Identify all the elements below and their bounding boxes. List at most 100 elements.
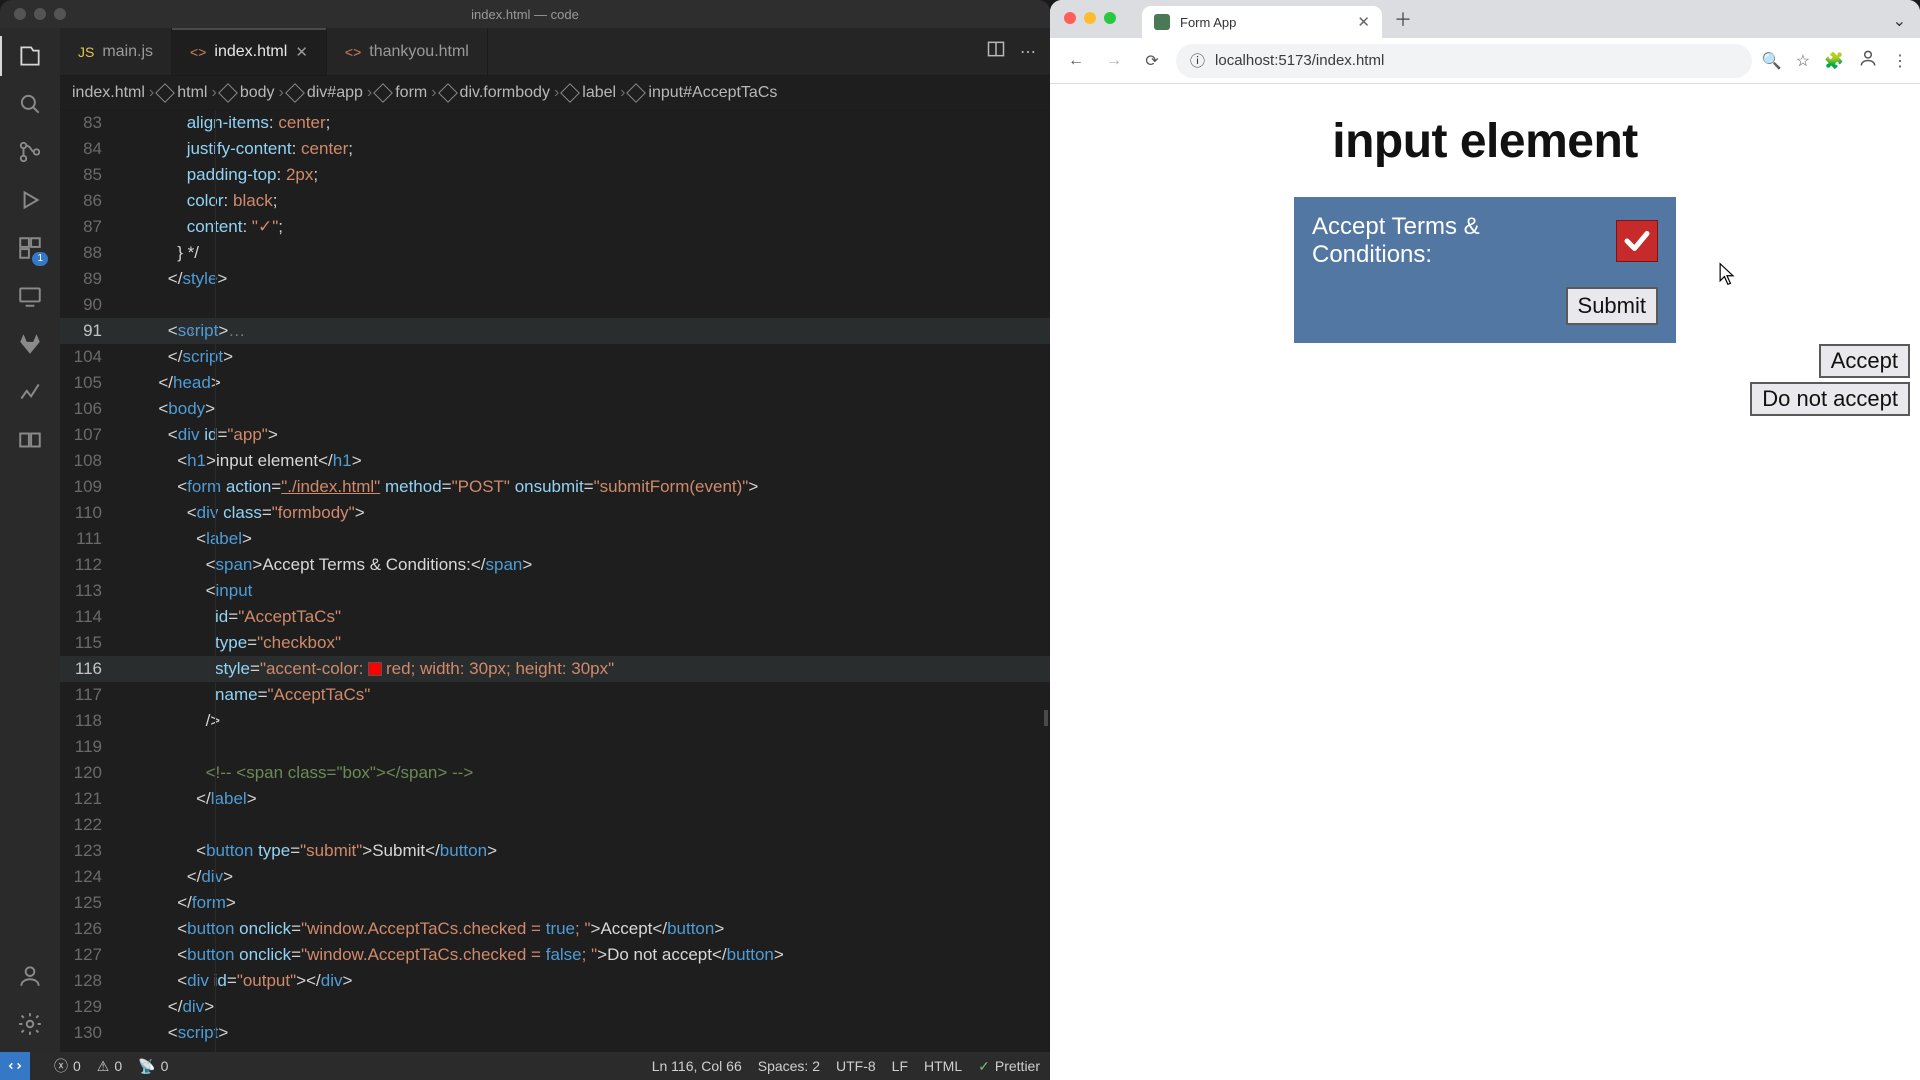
code-line[interactable]: 122 (60, 812, 1050, 838)
editor-tab-index-html[interactable]: <>index.html✕ (172, 28, 327, 75)
breadcrumb-item[interactable]: body (221, 84, 275, 102)
status-spaces[interactable]: Spaces: 2 (758, 1058, 820, 1074)
code-line[interactable]: 116 style="accent-color: red; width: 30p… (60, 656, 1050, 682)
address-bar[interactable]: ⓘ localhost:5173/index.html (1176, 44, 1752, 78)
breadcrumb-item[interactable]: div#app (288, 84, 363, 102)
code-line[interactable]: 87 content: "✓"; (60, 214, 1050, 240)
code-line[interactable]: 89 </style> (60, 266, 1050, 292)
code-line[interactable]: 130 <script> (60, 1020, 1050, 1046)
code-line[interactable]: 118 /> (60, 708, 1050, 734)
account-icon[interactable] (14, 960, 46, 992)
split-editor-icon[interactable] (986, 39, 1006, 64)
new-tab-icon[interactable]: ＋ (1394, 6, 1412, 32)
submit-button[interactable]: Submit (1566, 287, 1658, 325)
tabs-dropdown-icon[interactable]: ⌄ (1893, 11, 1906, 31)
code-line[interactable]: 120 <!-- <span class="box"></span> --> (60, 760, 1050, 786)
minimap[interactable] (1044, 710, 1048, 726)
code-line[interactable]: 84 justify-content: center; (60, 136, 1050, 162)
code-line[interactable]: 111 <label> (60, 526, 1050, 552)
remote-indicator[interactable] (0, 1052, 30, 1080)
editor-tab-main-js[interactable]: JSmain.js (60, 28, 172, 75)
status-cursor[interactable]: Ln 116, Col 66 (652, 1058, 742, 1074)
minimize-icon[interactable] (34, 8, 46, 20)
code-line[interactable]: 125 </form> (60, 890, 1050, 916)
accept-button[interactable]: Accept (1819, 344, 1910, 378)
code-line[interactable]: 129 </div> (60, 994, 1050, 1020)
code-line[interactable]: 104 </script> (60, 344, 1050, 370)
close-icon[interactable] (14, 8, 26, 20)
bookmark-icon[interactable]: ☆ (1796, 51, 1810, 71)
search-icon[interactable] (14, 88, 46, 120)
code-line[interactable]: 83 align-items: center; (60, 110, 1050, 136)
close-icon[interactable] (1064, 12, 1076, 24)
breadcrumb-item[interactable]: label (563, 84, 616, 102)
code-line[interactable]: 90 (60, 292, 1050, 318)
status-warnings[interactable]: ⚠ 0 (97, 1058, 122, 1075)
status-ports[interactable]: 📡 0 (138, 1058, 168, 1075)
code-line[interactable]: 128 <div id="output"></div> (60, 968, 1050, 994)
code-line[interactable]: 112 <span>Accept Terms & Conditions:</sp… (60, 552, 1050, 578)
minimize-icon[interactable] (1084, 12, 1096, 24)
status-eol[interactable]: LF (892, 1058, 908, 1074)
remote-icon[interactable] (14, 280, 46, 312)
code-line[interactable]: 88 } */ (60, 240, 1050, 266)
extensions-icon[interactable]: 🧩 (1824, 51, 1844, 71)
site-info-icon[interactable]: ⓘ (1190, 50, 1205, 71)
profile-icon[interactable] (1858, 48, 1878, 73)
status-lang[interactable]: HTML (924, 1058, 962, 1074)
code-line[interactable]: 124 </div> (60, 864, 1050, 890)
code-line[interactable]: 131 const acceptTaCsInput = document.get… (60, 1046, 1050, 1052)
code-line[interactable]: 106 <body> (60, 396, 1050, 422)
extensions-icon[interactable]: 1 (14, 232, 46, 264)
debug-icon[interactable] (14, 184, 46, 216)
breadcrumb-item[interactable]: index.html (72, 84, 145, 102)
editor-tab-thankyou-html[interactable]: <>thankyou.html (327, 28, 488, 75)
code-line[interactable]: 91 <script>…› (60, 318, 1050, 344)
back-icon[interactable]: ← (1062, 47, 1090, 75)
code-line[interactable]: 86 color: black; (60, 188, 1050, 214)
close-tab-icon[interactable]: ✕ (1357, 13, 1370, 31)
code-line[interactable]: 85 padding-top: 2px; (60, 162, 1050, 188)
accept-terms-checkbox[interactable] (1616, 220, 1658, 262)
code-editor[interactable]: 83 align-items: center;84 justify-conten… (60, 110, 1050, 1052)
breadcrumb-item[interactable]: form (376, 84, 427, 102)
code-line[interactable]: 123 <button type="submit">Submit</button… (60, 838, 1050, 864)
status-encoding[interactable]: UTF-8 (836, 1058, 876, 1074)
vscode-titlebar[interactable]: index.html — code (0, 0, 1050, 28)
code-line[interactable]: 108 <h1>input element</h1> (60, 448, 1050, 474)
containers-icon[interactable] (14, 424, 46, 456)
code-line[interactable]: 109 <form action="./index.html" method="… (60, 474, 1050, 500)
breadcrumb-item[interactable]: input#AcceptTaCs (629, 84, 777, 102)
do-not-accept-button[interactable]: Do not accept (1750, 382, 1910, 416)
forward-icon[interactable]: → (1100, 47, 1128, 75)
gear-icon[interactable] (14, 1008, 46, 1040)
code-line[interactable]: 126 <button onclick="window.AcceptTaCs.c… (60, 916, 1050, 942)
code-line[interactable]: 110 <div class="formbody"> (60, 500, 1050, 526)
code-line[interactable]: 127 <button onclick="window.AcceptTaCs.c… (60, 942, 1050, 968)
close-tab-icon[interactable]: ✕ (295, 43, 308, 61)
status-prettier[interactable]: ✓ Prettier (978, 1058, 1040, 1075)
code-line[interactable]: 114 id="AcceptTaCs" (60, 604, 1050, 630)
fold-icon[interactable]: › (190, 318, 194, 344)
code-line[interactable]: 113 <input (60, 578, 1050, 604)
code-line[interactable]: 119 (60, 734, 1050, 760)
code-line[interactable]: 115 type="checkbox" (60, 630, 1050, 656)
maximize-icon[interactable] (1104, 12, 1116, 24)
tanuki-icon[interactable] (14, 328, 46, 360)
breadcrumb-item[interactable]: div.formbody (441, 84, 550, 102)
reload-icon[interactable]: ⟳ (1138, 47, 1166, 75)
code-line[interactable]: 117 name="AcceptTaCs" (60, 682, 1050, 708)
zoom-icon[interactable]: 🔍 (1762, 51, 1782, 71)
explorer-icon[interactable] (14, 40, 46, 72)
menu-icon[interactable]: ⋮ (1892, 51, 1908, 71)
code-line[interactable]: 105 </head> (60, 370, 1050, 396)
maximize-icon[interactable] (54, 8, 66, 20)
status-errors[interactable]: ⓧ 0 (54, 1056, 81, 1076)
browser-tab[interactable]: Form App ✕ (1142, 6, 1382, 38)
code-line[interactable]: 121 </label> (60, 786, 1050, 812)
source-control-icon[interactable] (14, 136, 46, 168)
breadcrumb-item[interactable]: html (158, 84, 207, 102)
more-icon[interactable]: ⋯ (1020, 42, 1036, 62)
code-line[interactable]: 107 <div id="app"> (60, 422, 1050, 448)
breadcrumb[interactable]: index.html›html›body›div#app›form›div.fo… (60, 76, 1050, 110)
